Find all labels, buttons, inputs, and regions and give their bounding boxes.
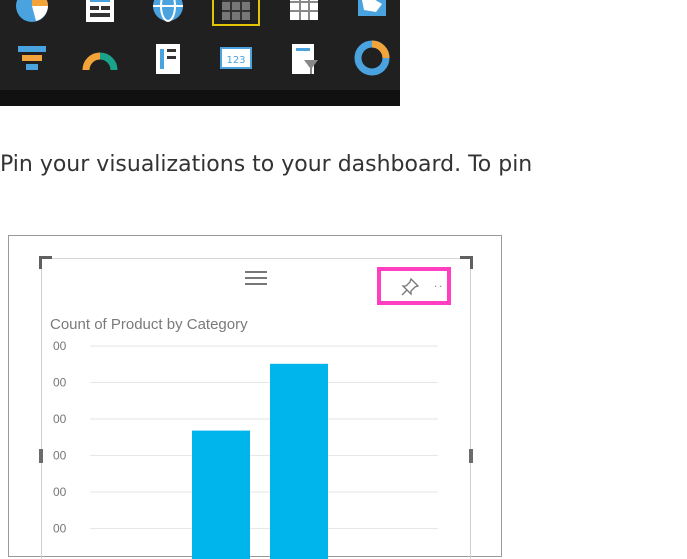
- bar-chart: 00 00 00 00 00 00: [53, 339, 438, 559]
- y-tick-label: 00: [53, 522, 67, 536]
- y-tick-label: 00: [53, 376, 67, 390]
- instruction-text: Pin your visualizations to your dashboar…: [0, 152, 533, 177]
- bar-1[interactable]: [192, 430, 250, 559]
- visualizations-row-2: 123: [8, 38, 416, 78]
- y-axis-ticks: 00 00 00 00 00 00: [53, 339, 67, 536]
- visualizations-pane: 123: [0, 0, 400, 106]
- funnel-icon[interactable]: [8, 38, 56, 78]
- slicer-icon[interactable]: [280, 38, 328, 78]
- table-grid-icon[interactable]: [212, 0, 260, 26]
- gauge-icon[interactable]: [76, 38, 124, 78]
- globe-map-icon[interactable]: [144, 0, 192, 26]
- visual-frame: ·· Count of Product by Category 00 00 00 00…: [8, 235, 502, 559]
- donut-icon[interactable]: [348, 38, 396, 78]
- bar-2[interactable]: [270, 363, 328, 559]
- svg-text:123: 123: [226, 55, 245, 66]
- visualizations-row-1: [8, 0, 416, 26]
- y-tick-label: 00: [53, 449, 67, 463]
- matrix-icon[interactable]: [280, 0, 328, 26]
- y-tick-label: 00: [53, 412, 67, 426]
- table-report-icon[interactable]: [76, 0, 124, 26]
- bars: [192, 363, 328, 559]
- y-tick-label: 00: [53, 485, 67, 499]
- pane-footer: [0, 90, 400, 106]
- visual-card[interactable]: ·· Count of Product by Category 00 00 00 00…: [39, 256, 473, 559]
- filled-map-icon[interactable]: [348, 0, 396, 26]
- y-tick-label: 00: [53, 339, 67, 353]
- card-icon[interactable]: [144, 38, 192, 78]
- number-card-icon[interactable]: 123: [212, 38, 260, 78]
- gridlines: [90, 345, 438, 529]
- pie-chart-icon[interactable]: [8, 0, 56, 26]
